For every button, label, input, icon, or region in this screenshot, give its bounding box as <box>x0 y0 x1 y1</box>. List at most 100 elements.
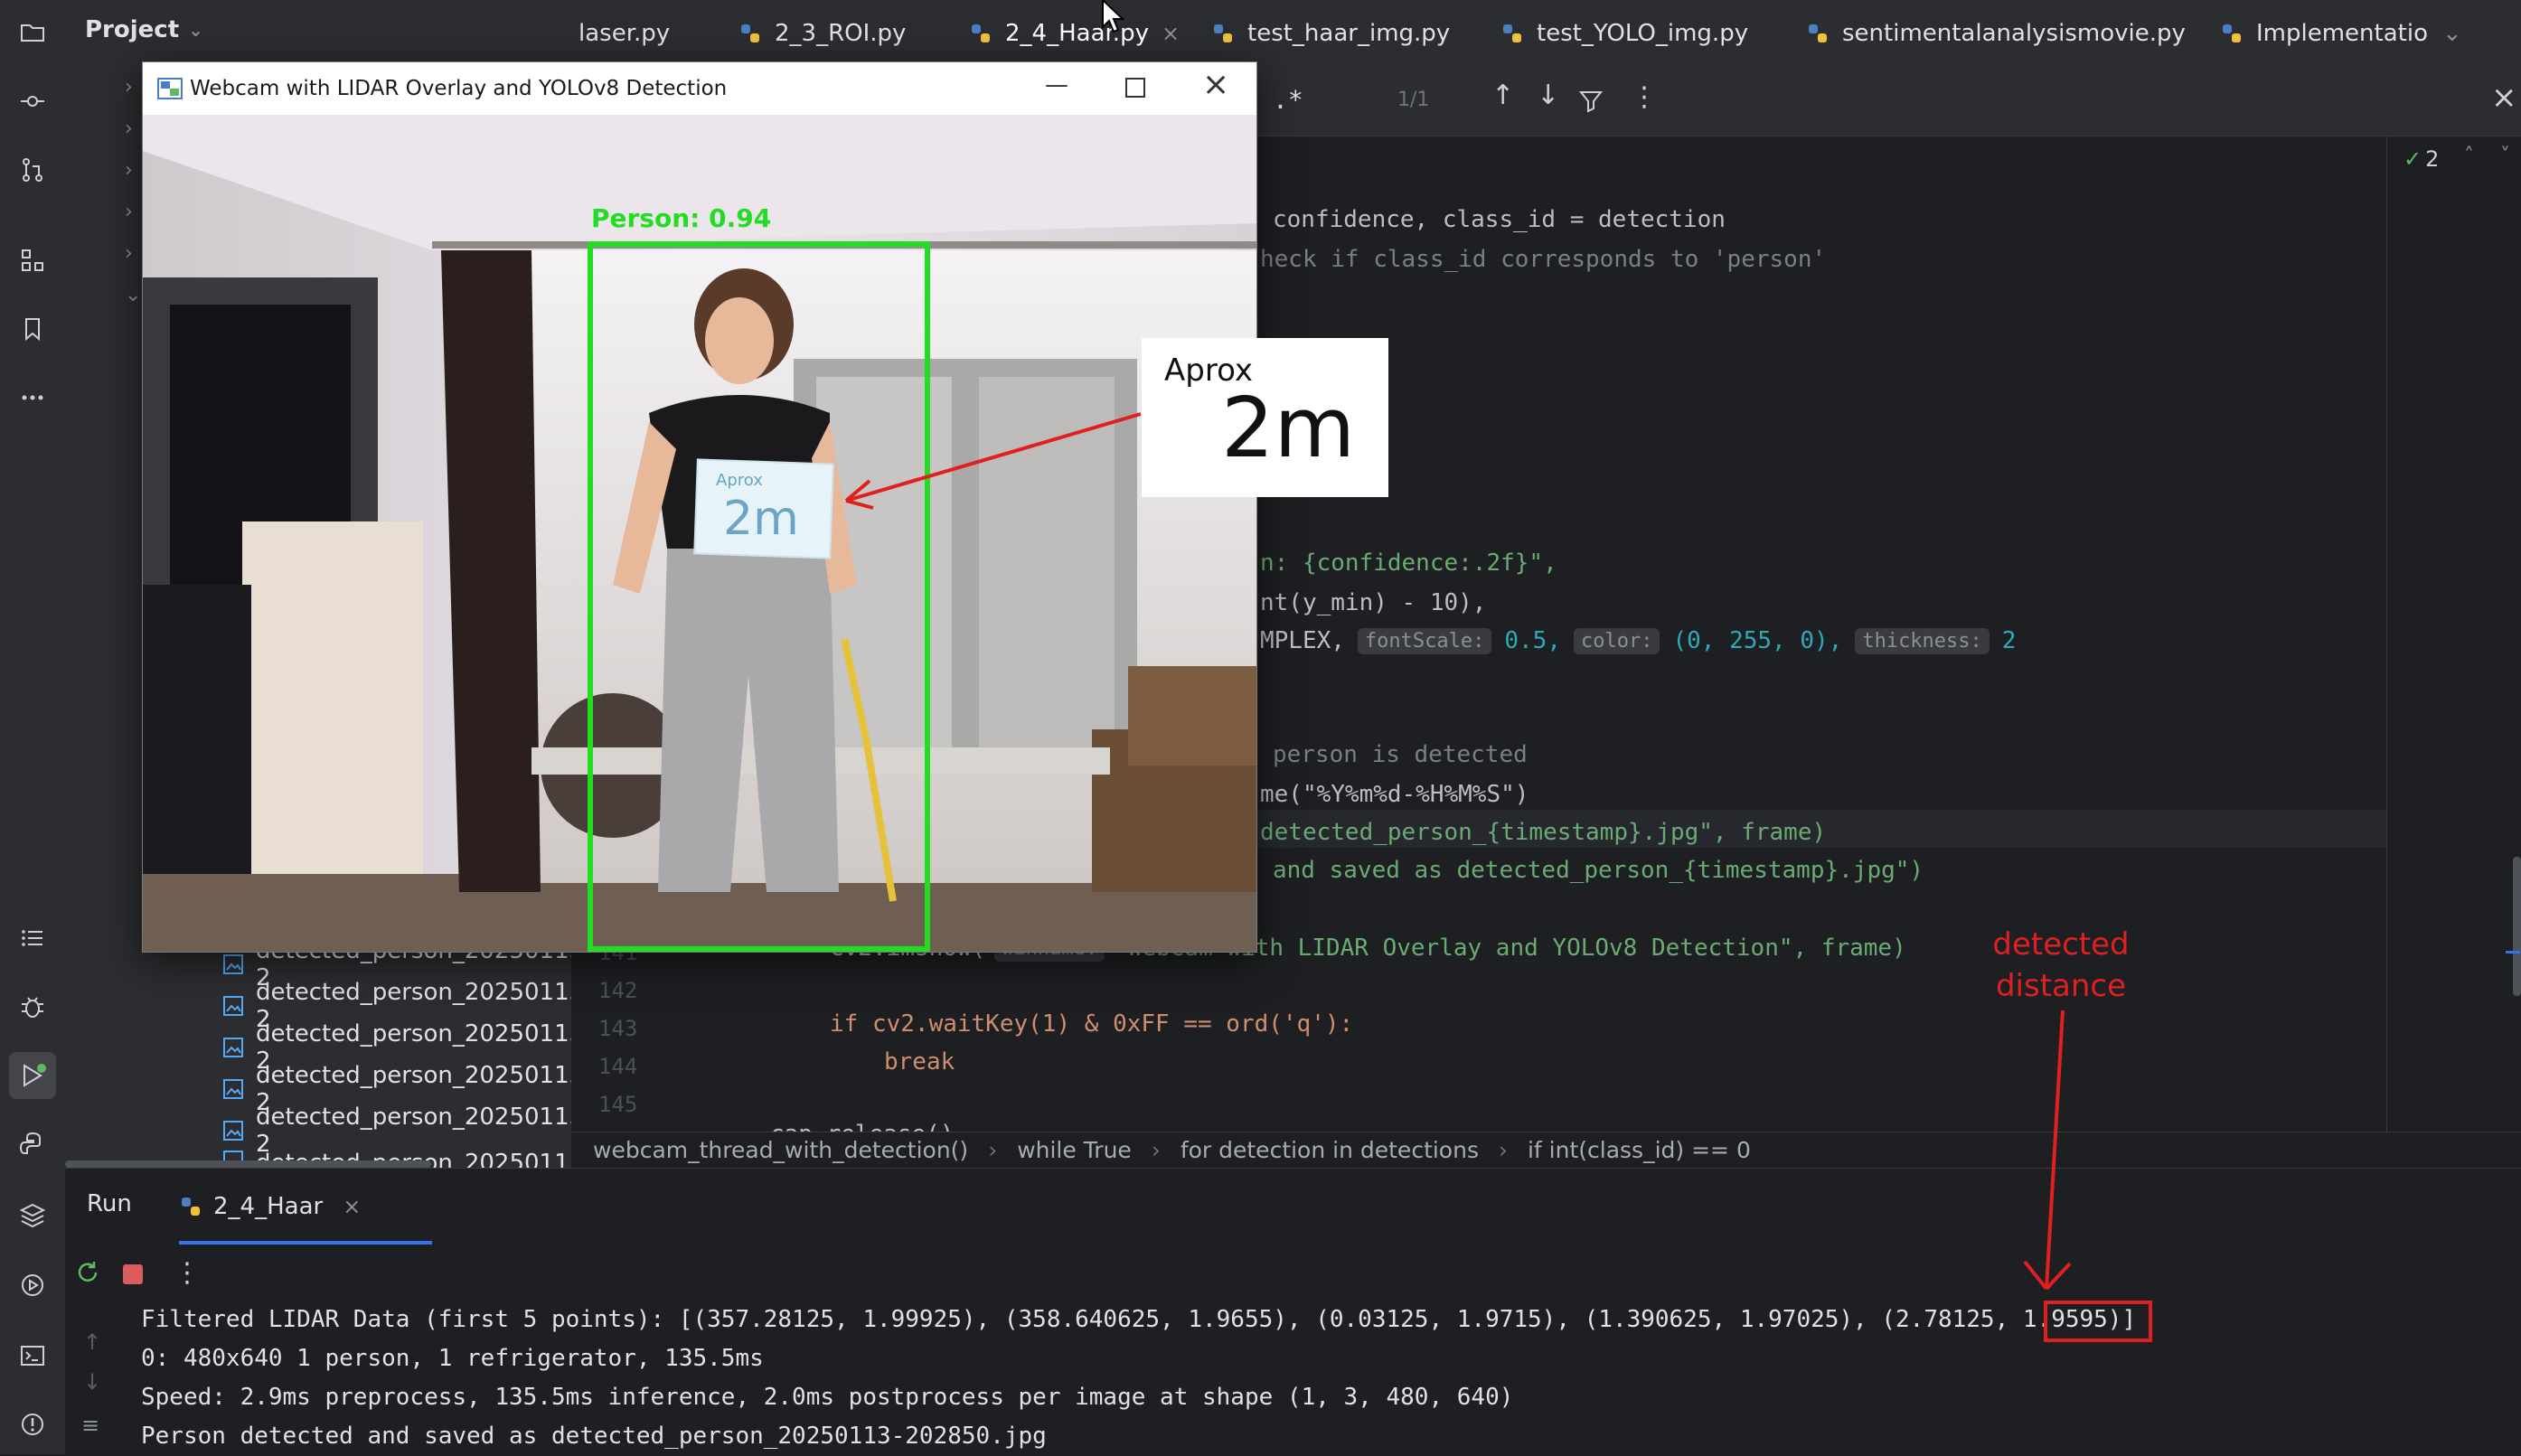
left-toolbar <box>0 0 66 1454</box>
chevron-right-icon[interactable]: › <box>125 242 133 265</box>
tab-sentimental-analysis[interactable]: sentimentalanalysismovie.py <box>1806 0 2186 67</box>
chevron-right-icon[interactable]: › <box>125 201 133 223</box>
image-file-icon <box>223 1038 243 1057</box>
tab-test-haar-img[interactable]: test_haar_img.py <box>1211 0 1450 67</box>
tab-2-3-roi[interactable]: 2_3_ROI.py <box>738 0 906 67</box>
active-run-tab-indicator <box>179 1241 432 1245</box>
breadcrumb-item[interactable]: for detection in detections <box>1181 1137 1479 1163</box>
find-options-more-icon[interactable]: ⋮ <box>1631 81 1658 113</box>
bookmark-icon[interactable] <box>9 305 56 352</box>
opencv-window-icon <box>157 78 183 99</box>
problems-icon[interactable] <box>9 1401 56 1448</box>
breadcrumb-item[interactable]: if int(class_id) == 0 <box>1528 1137 1751 1163</box>
more-tools-icon[interactable] <box>9 374 56 421</box>
aprox-2m-text: 2m <box>1221 380 1356 476</box>
debug-icon[interactable] <box>9 983 56 1030</box>
filter-icon[interactable] <box>1578 89 1604 114</box>
run-options-more-icon[interactable]: ⋮ <box>174 1257 201 1289</box>
previous-match-arrow-up-icon[interactable]: ↑ <box>1491 80 1514 111</box>
code-line: nt(y_min) - 10), <box>1260 589 1487 616</box>
code-line: if cv2.waitKey(1) & 0xFF == ord('q'): <box>830 1010 1354 1038</box>
close-run-tab-icon[interactable]: × <box>343 1194 361 1219</box>
python-file-icon <box>741 24 759 42</box>
python-console-icon[interactable] <box>9 1121 56 1168</box>
tree-horizontal-scrollbar[interactable] <box>65 1160 431 1168</box>
regex-toggle[interactable]: .* <box>1273 85 1303 115</box>
tab-2-4-haar[interactable]: 2_4_Haar.py × <box>969 0 1181 67</box>
maximize-icon[interactable] <box>1125 78 1145 98</box>
todo-list-icon[interactable] <box>9 915 56 962</box>
stop-icon[interactable] <box>123 1264 143 1284</box>
breadcrumb-item[interactable]: webcam_thread_with_detection() <box>593 1137 968 1163</box>
soft-wrap-icon[interactable]: ≡ <box>81 1413 99 1438</box>
mouse-cursor-icon <box>1102 0 1125 33</box>
console-line: Filtered LIDAR Data (first 5 points): [(… <box>141 1306 2137 1333</box>
code-line: me("%Y%m%d-%H%M%S") <box>1260 781 1529 808</box>
breadcrumb-item[interactable]: while True <box>1017 1137 1132 1163</box>
tab-list-chevron-down-icon[interactable]: ⌄ <box>2442 0 2462 67</box>
paper-2m-text: 2m <box>723 492 799 546</box>
line-number: 142 <box>598 978 638 1003</box>
next-match-arrow-down-icon[interactable]: ↓ <box>1537 80 1559 111</box>
run-config-tab[interactable]: 2_4_Haar × <box>179 1169 361 1245</box>
editor-scrollbar[interactable] <box>2513 857 2521 996</box>
run-config-label: 2_4_Haar <box>213 1193 324 1220</box>
layers-icon[interactable] <box>9 1191 56 1238</box>
param-hint: fontScale: <box>1357 627 1492 654</box>
detected-distance-annotation: detected distance <box>1992 926 2130 1004</box>
python-file-icon <box>1503 24 1521 42</box>
tab-label: 2_4_Haar.py <box>1005 20 1149 47</box>
webcam-title-bar[interactable]: Webcam with LIDAR Overlay and YOLOv8 Det… <box>143 62 1256 115</box>
terminal-icon[interactable] <box>9 1332 56 1379</box>
webcam-title: Webcam with LIDAR Overlay and YOLOv8 Det… <box>190 77 728 100</box>
console-output[interactable]: Filtered LIDAR Data (first 5 points): [(… <box>141 1301 2136 1456</box>
commit-icon[interactable] <box>9 78 56 125</box>
webcam-window[interactable]: Webcam with LIDAR Overlay and YOLOv8 Det… <box>142 61 1257 953</box>
run-title: Run <box>87 1190 132 1217</box>
project-tool-folder-icon[interactable] <box>9 9 56 56</box>
param-hint: thickness: <box>1855 627 1990 654</box>
tab-laser[interactable]: laser.py <box>579 0 670 67</box>
services-icon[interactable] <box>9 1262 56 1309</box>
run-tool-icon[interactable] <box>9 1052 56 1099</box>
image-file-icon <box>223 996 243 1016</box>
previous-highlight-chevron-up-icon[interactable]: ˄ <box>2464 145 2474 167</box>
chevron-right-icon[interactable]: › <box>125 117 133 140</box>
close-tab-icon[interactable]: × <box>1162 21 1180 46</box>
inspection-ok-icon[interactable]: ✓ 2 <box>2403 146 2439 172</box>
python-file-icon <box>1214 24 1232 42</box>
tab-label: test_haar_img.py <box>1247 20 1451 47</box>
list-item[interactable]: detected_person_20250113-2 <box>222 1104 594 1158</box>
webcam-frame: Aprox 2m Person: 0.94 <box>143 115 1256 952</box>
tab-label: 2_3_ROI.py <box>775 20 907 47</box>
minimize-icon[interactable]: — <box>1045 71 1068 99</box>
chevron-down-icon[interactable]: ⌄ <box>125 284 141 306</box>
code-line: MPLEX, fontScale: 0.5, color: (0, 255, 0… <box>1260 627 2017 654</box>
scroll-down-arrow-icon[interactable]: ↓ <box>83 1369 101 1395</box>
console-line: Speed: 2.9ms preprocess, 135.5ms inferen… <box>141 1384 1514 1411</box>
close-find-icon[interactable]: × <box>2491 80 2517 116</box>
code-line: detected_person_{timestamp}.jpg", frame) <box>1260 819 1827 846</box>
editor-tab-bar: Project ⌄ laser.py 2_3_ROI.py 2_4_Haar.p… <box>65 0 2521 68</box>
next-highlight-chevron-down-icon[interactable]: ˅ <box>2500 145 2510 167</box>
chevron-right-icon[interactable]: › <box>125 159 133 182</box>
breadcrumb: webcam_thread_with_detection() › while T… <box>571 1132 2521 1168</box>
rerun-icon[interactable] <box>74 1259 101 1286</box>
match-count: 1/1 <box>1397 89 1430 111</box>
console-line: 0: 480x640 1 person, 1 refrigerator, 135… <box>141 1345 764 1372</box>
line-number: 144 <box>598 1054 638 1079</box>
console-line: Person detected and saved as detected_pe… <box>141 1423 1047 1450</box>
close-window-icon[interactable]: × <box>1202 66 1229 103</box>
tab-implementation[interactable]: Implementatio <box>2220 0 2437 67</box>
line-number: 143 <box>598 1016 638 1041</box>
scroll-up-arrow-icon[interactable]: ↑ <box>83 1329 101 1355</box>
detection-label: Person: 0.94 <box>591 203 771 233</box>
run-panel: Run 2_4_Haar × ⋮ ↑ ↓ ≡ Filtered LIDAR Da… <box>65 1168 2521 1455</box>
chevron-right-icon[interactable]: › <box>125 76 133 99</box>
tab-test-yolo-img[interactable]: test_YOLO_img.py <box>1500 0 1748 67</box>
pull-request-icon[interactable] <box>9 146 56 193</box>
project-dropdown[interactable]: Project ⌄ <box>85 16 203 43</box>
scroll-position-marker <box>2506 951 2520 953</box>
structure-icon[interactable] <box>9 237 56 284</box>
code-line: person is detected <box>1273 741 1528 768</box>
